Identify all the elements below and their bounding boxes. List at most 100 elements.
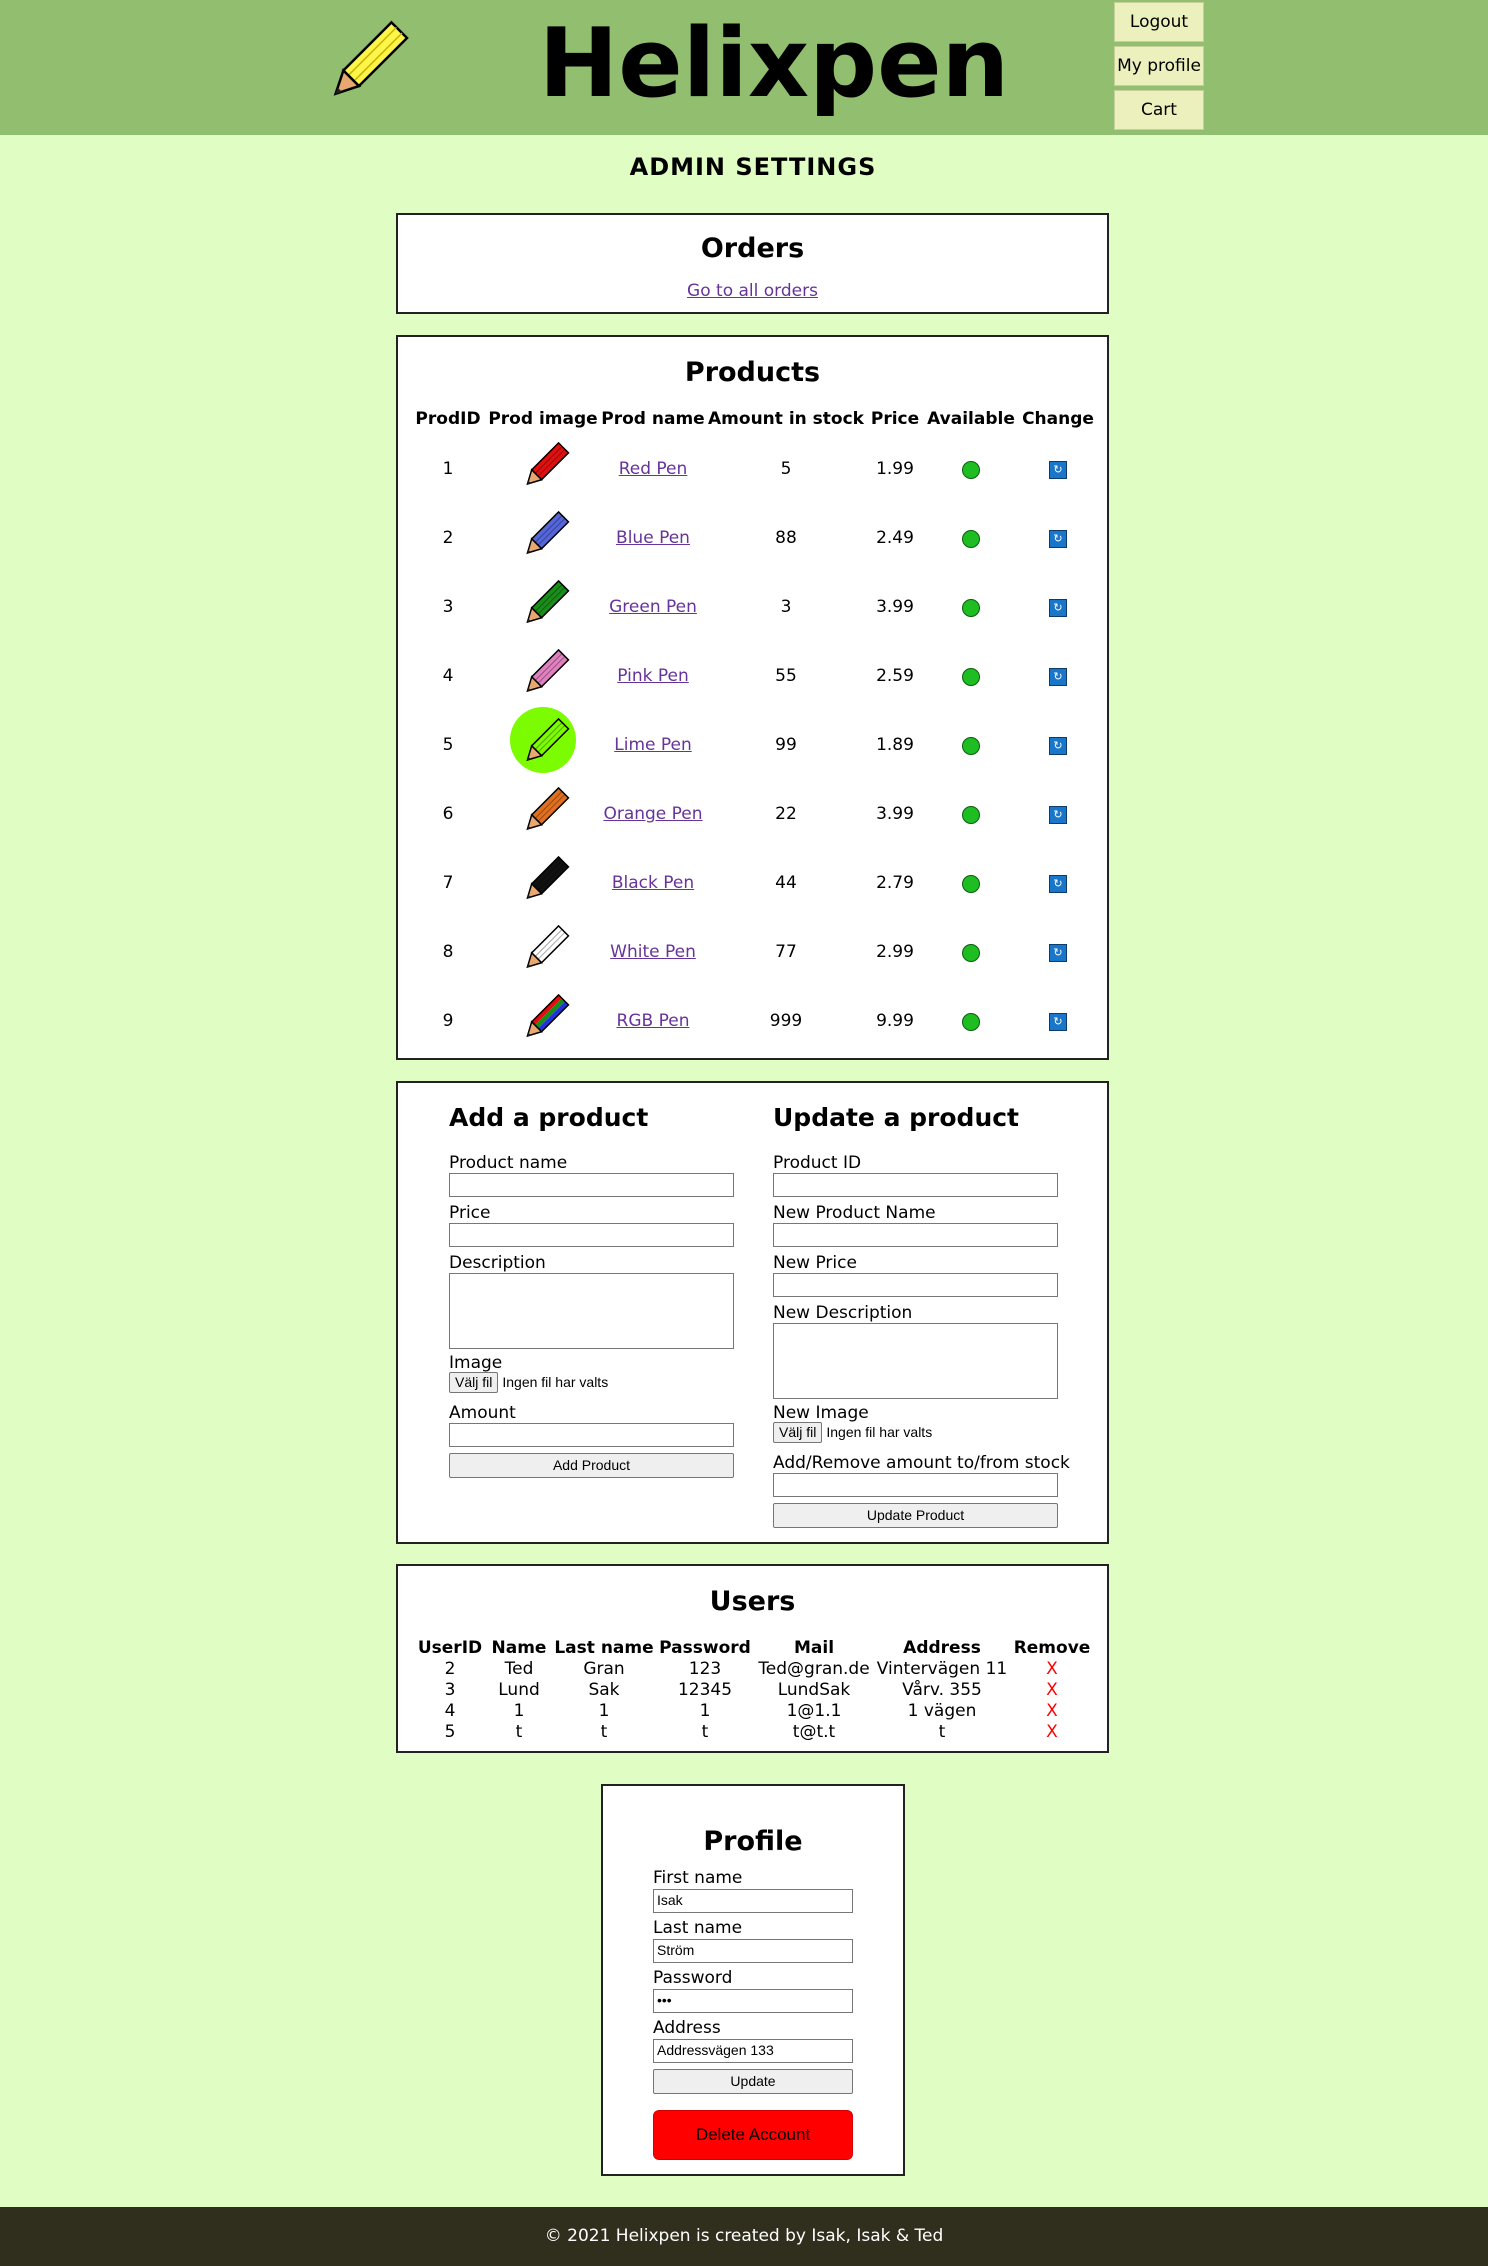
product-stock: 55 [775, 666, 797, 686]
available-indicator-icon [962, 461, 980, 479]
product-name-cell: Lime Pen [614, 735, 692, 755]
user-last: Sak [588, 1680, 620, 1700]
product-name-link[interactable]: RGB Pen [617, 1011, 690, 1031]
new-price-input[interactable] [773, 1273, 1058, 1297]
choose-file-button[interactable]: Välj fil [449, 1372, 499, 1393]
password-input[interactable]: ••• [653, 1989, 853, 2013]
logout-button[interactable]: Logout [1114, 2, 1204, 42]
stock-change-input[interactable] [773, 1473, 1058, 1497]
product-name-link[interactable]: Blue Pen [616, 528, 690, 548]
column-header: Last name [554, 1638, 654, 1658]
remove-user-button[interactable]: X [1046, 1659, 1058, 1679]
address-input[interactable]: Addressvägen 133 [653, 2039, 853, 2063]
change-product-icon[interactable]: ↻ [1049, 806, 1067, 824]
change-product-icon[interactable]: ↻ [1049, 737, 1067, 755]
product-id: 1 [442, 459, 454, 479]
product-stock: 77 [775, 942, 797, 962]
pen-image-icon [526, 855, 570, 900]
new-price-label: New Price [773, 1253, 857, 1273]
product-name-link[interactable]: Green Pen [609, 597, 697, 617]
available-indicator-icon [962, 944, 980, 962]
product-id: 9 [442, 1011, 454, 1031]
change-product-icon[interactable]: ↻ [1049, 668, 1067, 686]
product-row: 3 Green Pen 3 3.99 ↻ [398, 573, 1107, 642]
available-indicator-icon [962, 599, 980, 617]
stock-change-label: Add/Remove amount to/from stock [773, 1453, 1070, 1473]
delete-account-button[interactable]: Delete Account [653, 2110, 853, 2160]
product-name-link[interactable]: Black Pen [612, 873, 694, 893]
product-name-cell: RGB Pen [617, 1011, 690, 1031]
products-title: Products [684, 357, 821, 388]
remove-user-button[interactable]: X [1046, 1680, 1058, 1700]
pen-image-icon [526, 717, 570, 762]
change-product-icon[interactable]: ↻ [1049, 1013, 1067, 1031]
product-name-input[interactable] [449, 1173, 734, 1197]
product-id: 3 [442, 597, 454, 617]
product-name-link[interactable]: Lime Pen [614, 735, 692, 755]
update-product-button[interactable]: Update Product [773, 1503, 1058, 1528]
address-label: Address [653, 2018, 721, 2038]
update-profile-button[interactable]: Update [653, 2069, 853, 2094]
product-price: 3.99 [876, 597, 914, 617]
column-header: Address [903, 1638, 981, 1658]
product-id-input[interactable] [773, 1173, 1058, 1197]
amount-input[interactable] [449, 1423, 734, 1447]
user-last: t [600, 1722, 608, 1742]
new-description-label: New Description [773, 1303, 913, 1323]
user-last: 1 [598, 1701, 610, 1721]
new-name-input[interactable] [773, 1223, 1058, 1247]
user-name: t [515, 1722, 523, 1742]
profile-title: Profile [703, 1826, 803, 1857]
last-name-input[interactable]: Ström [653, 1939, 853, 1963]
change-product-icon[interactable]: ↻ [1049, 530, 1067, 548]
my-profile-button[interactable]: My profile [1114, 46, 1204, 86]
product-stock: 88 [775, 528, 797, 548]
product-name-link[interactable]: White Pen [610, 942, 696, 962]
product-price: 9.99 [876, 1011, 914, 1031]
pen-image-icon [526, 441, 570, 486]
available-indicator-icon [962, 875, 980, 893]
user-mail: t@t.t [792, 1722, 836, 1742]
user-mail: Ted@gran.de [758, 1659, 870, 1679]
add-product-title: Add a product [449, 1103, 649, 1132]
product-row: 2 Blue Pen 88 2.49 ↻ [398, 504, 1107, 573]
product-stock: 44 [775, 873, 797, 893]
available-indicator-icon [962, 1013, 980, 1031]
product-name-link[interactable]: Pink Pen [617, 666, 689, 686]
price-input[interactable] [449, 1223, 734, 1247]
product-name-link[interactable]: Orange Pen [603, 804, 702, 824]
product-name-cell: Blue Pen [616, 528, 690, 548]
add-product-button[interactable]: Add Product [449, 1453, 734, 1478]
product-name-link[interactable]: Red Pen [619, 459, 688, 479]
available-indicator-icon [962, 806, 980, 824]
column-header: Amount in stock [708, 409, 864, 429]
change-product-icon[interactable]: ↻ [1049, 461, 1067, 479]
product-price: 2.99 [876, 942, 914, 962]
column-header: Price [870, 409, 920, 429]
column-header: Remove [1013, 1638, 1091, 1658]
change-product-icon[interactable]: ↻ [1049, 875, 1067, 893]
new-description-textarea[interactable] [773, 1323, 1058, 1399]
available-indicator-icon [962, 737, 980, 755]
product-id: 2 [442, 528, 454, 548]
product-id: 8 [442, 942, 454, 962]
cart-button[interactable]: Cart [1114, 90, 1204, 130]
change-product-icon[interactable]: ↻ [1049, 944, 1067, 962]
change-product-icon[interactable]: ↻ [1049, 599, 1067, 617]
all-orders-link[interactable]: Go to all orders [687, 281, 818, 301]
first-name-input[interactable]: Isak [653, 1889, 853, 1913]
column-header: Password [659, 1638, 751, 1658]
pen-image-icon [526, 993, 570, 1038]
pen-image-icon [526, 648, 570, 693]
product-row: 9 RGB Pen 999 9.99 ↻ [398, 987, 1107, 1056]
remove-user-button[interactable]: X [1046, 1701, 1058, 1721]
user-name: Lund [498, 1680, 540, 1700]
user-address: Vårv. 355 [902, 1680, 982, 1700]
description-textarea[interactable] [449, 1273, 734, 1349]
remove-user-button[interactable]: X [1046, 1722, 1058, 1742]
choose-file-button[interactable]: Välj fil [773, 1422, 823, 1443]
pen-image-icon [526, 579, 570, 624]
available-indicator-icon [962, 530, 980, 548]
profile-section: Profile First name Isak Last name Ström … [601, 1784, 905, 2176]
product-name-cell: Black Pen [612, 873, 694, 893]
